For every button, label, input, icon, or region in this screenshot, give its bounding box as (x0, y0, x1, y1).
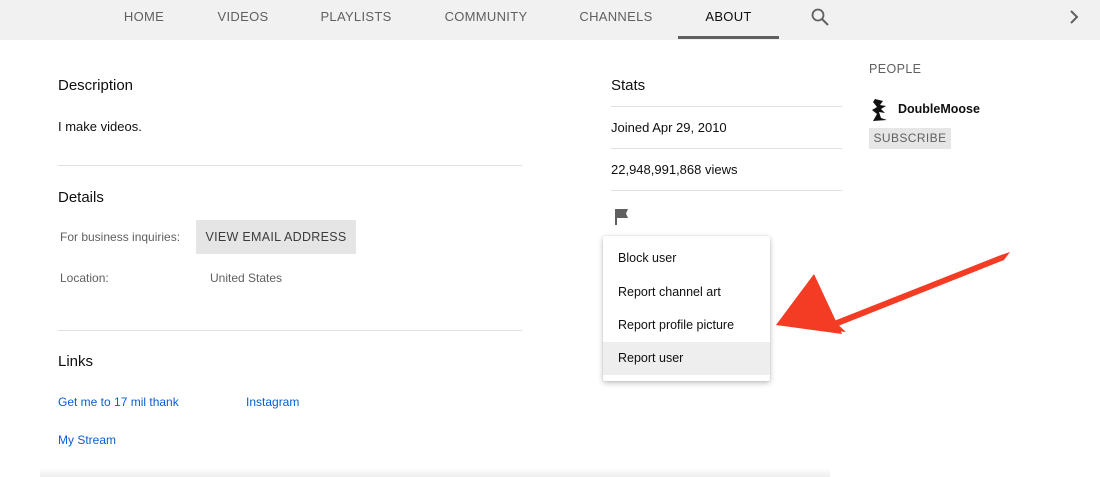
menu-item-report-channel-art[interactable]: Report channel art (603, 276, 770, 309)
divider (611, 106, 842, 107)
avatar-icon[interactable] (869, 98, 891, 122)
divider (611, 190, 842, 191)
divider (58, 330, 522, 331)
tab-videos[interactable]: VIDEOS (203, 0, 283, 36)
divider (58, 165, 522, 166)
link-item[interactable]: My Stream (58, 433, 116, 447)
description-heading: Description (58, 77, 134, 94)
annotation-arrow-icon (776, 252, 1010, 334)
subscribe-button[interactable]: SUBSCRIBE (869, 128, 951, 149)
description-text: I make videos. (58, 119, 142, 134)
tab-channels[interactable]: CHANNELS (566, 0, 666, 36)
link-item[interactable]: Get me to 17 mil thank (58, 395, 179, 409)
chevron-right-icon[interactable] (1066, 8, 1082, 26)
channel-tab-bar: HOME VIDEOS PLAYLISTS COMMUNITY CHANNELS… (0, 0, 1100, 40)
location-value: United States (210, 271, 283, 285)
menu-item-report-user[interactable]: Report user (603, 342, 770, 375)
divider (611, 148, 842, 149)
details-heading: Details (58, 189, 104, 206)
location-label: Location: (60, 271, 109, 285)
people-heading: PEOPLE (869, 62, 922, 76)
joined-date: Joined Apr 29, 2010 (611, 120, 727, 135)
menu-item-block-user[interactable]: Block user (603, 242, 770, 275)
tab-community[interactable]: COMMUNITY (431, 0, 541, 36)
report-menu: Block user Report channel art Report pro… (603, 236, 770, 381)
tab-about[interactable]: ABOUT (678, 0, 779, 39)
view-count: 22,948,991,868 views (611, 162, 738, 177)
links-heading: Links (58, 353, 94, 370)
channel-name[interactable]: DoubleMoose (898, 102, 980, 116)
view-email-button[interactable]: VIEW EMAIL ADDRESS (196, 220, 356, 254)
menu-item-report-profile-picture[interactable]: Report profile picture (603, 309, 770, 342)
page-bottom-shadow (40, 468, 830, 477)
link-item[interactable]: Instagram (246, 395, 299, 409)
stats-heading: Stats (611, 77, 646, 94)
tab-playlists[interactable]: PLAYLISTS (306, 0, 406, 36)
search-icon[interactable] (810, 7, 830, 27)
flag-icon[interactable] (613, 208, 631, 226)
business-inquiries-label: For business inquiries: (60, 230, 181, 244)
tab-home[interactable]: HOME (104, 0, 184, 36)
